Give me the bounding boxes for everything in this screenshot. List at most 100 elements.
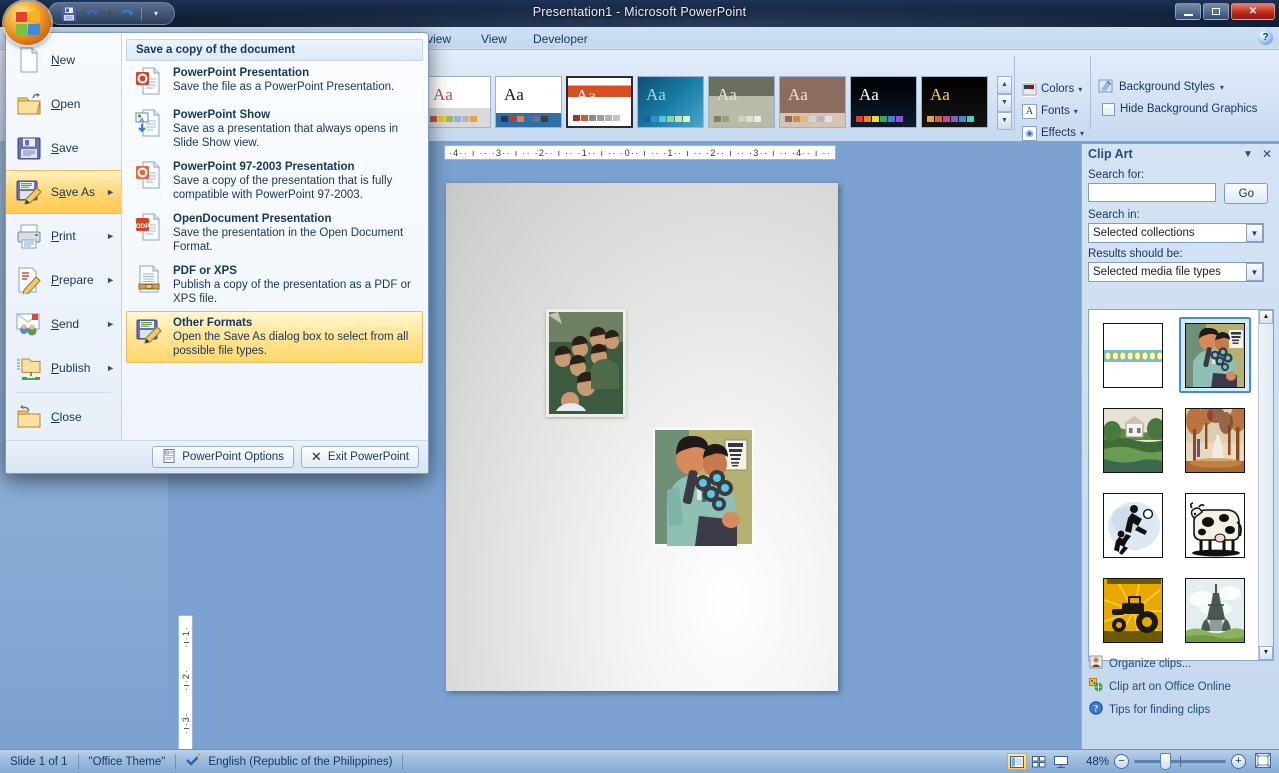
theme-thumbnail-2[interactable]: Aa bbox=[566, 76, 633, 128]
clipart-scroll-up[interactable]: ▲ bbox=[1259, 310, 1273, 324]
clip-art-result-3[interactable] bbox=[1179, 402, 1251, 478]
submenu-arrow-icon: ► bbox=[106, 187, 115, 197]
search-input[interactable] bbox=[1088, 183, 1216, 202]
clip-art-result-6[interactable] bbox=[1097, 572, 1169, 648]
powerpoint-options-button[interactable]: PowerPoint Options bbox=[152, 446, 294, 468]
restore-button[interactable] bbox=[1203, 3, 1229, 20]
theme-colors-icon bbox=[1022, 81, 1037, 97]
theme-color-swatches bbox=[430, 116, 477, 122]
theme-color-swatches bbox=[856, 116, 903, 122]
clip-art-result-5[interactable] bbox=[1179, 487, 1251, 563]
restore-icon bbox=[1212, 8, 1220, 15]
theme-color-swatches bbox=[573, 115, 620, 121]
spellcheck-icon bbox=[186, 753, 202, 770]
help-icon[interactable]: ? bbox=[1258, 30, 1273, 45]
go-button[interactable]: Go bbox=[1224, 183, 1269, 204]
theme-fonts-button[interactable]: A Fonts ▾ bbox=[1022, 100, 1104, 122]
themes-scrollbar[interactable]: ▲ ▼ ▼ bbox=[997, 76, 1012, 130]
office-menu-item-save[interactable]: Save bbox=[6, 126, 121, 170]
svg-text:?: ? bbox=[1094, 703, 1099, 713]
results-type-dropdown[interactable]: Selected media file types ▼ bbox=[1088, 262, 1264, 282]
slide-canvas[interactable] bbox=[446, 183, 838, 691]
close-icon[interactable]: ✕ bbox=[1259, 147, 1275, 161]
view-buttons bbox=[1007, 753, 1071, 770]
save-format-option-1[interactable]: PowerPoint Show Save as a presentation th… bbox=[126, 103, 423, 155]
undo-dropdown-icon[interactable]: ▾ bbox=[105, 4, 114, 23]
organize-clips-link[interactable]: Organize clips... bbox=[1082, 652, 1279, 675]
tab-view[interactable]: View bbox=[472, 30, 516, 48]
office-button[interactable] bbox=[4, 1, 51, 45]
minimize-button[interactable] bbox=[1175, 3, 1201, 20]
cow-clip bbox=[1185, 492, 1245, 558]
clip-art-result-4[interactable] bbox=[1097, 487, 1169, 563]
chevron-down-icon[interactable]: ▼ bbox=[1237, 149, 1259, 160]
office-online-link[interactable]: Clip art on Office Online bbox=[1082, 675, 1279, 698]
undo-icon[interactable] bbox=[82, 4, 102, 23]
chevron-down-icon[interactable]: ▼ bbox=[1246, 263, 1263, 281]
customize-toolbar-icon[interactable]: ▾ bbox=[146, 4, 166, 23]
theme-color-swatches bbox=[643, 116, 690, 122]
office-menu-item-prepare[interactable]: Prepare ► bbox=[6, 258, 121, 302]
save-format-option-0[interactable]: PowerPoint Presentation Save the file as … bbox=[126, 61, 423, 103]
themes-more[interactable]: ▼ bbox=[997, 112, 1012, 130]
save-format-option-5[interactable]: Other Formats Open the Save As dialog box… bbox=[126, 311, 423, 364]
theme-thumbnail-6[interactable]: Aa bbox=[850, 76, 917, 128]
theme-thumbnail-4[interactable]: Aa bbox=[708, 76, 775, 128]
office-menu-commands: New Open Save Save As ► Print ► Prepare ► Send ► Pu… bbox=[6, 33, 122, 440]
close-button[interactable]: ✕ bbox=[1231, 3, 1275, 20]
themes-scroll-up[interactable]: ▲ bbox=[997, 76, 1012, 94]
save-format-description: Publish a copy of the presentation as a … bbox=[173, 279, 411, 306]
office-menu-item-save-as[interactable]: Save As ► bbox=[6, 170, 121, 214]
tab-developer[interactable]: Developer bbox=[524, 30, 597, 48]
fit-to-window-icon[interactable] bbox=[1255, 752, 1271, 771]
theme-colors-button[interactable]: Colors ▾ bbox=[1022, 78, 1104, 100]
office-menu-item-send[interactable]: Send ► bbox=[6, 302, 121, 346]
menu-item-label: Open bbox=[51, 97, 81, 111]
zoom-level[interactable]: 48% bbox=[1079, 756, 1109, 768]
office-menu-item-close[interactable]: Close bbox=[6, 395, 121, 439]
clip-art-result-2[interactable] bbox=[1097, 402, 1169, 478]
slide-image-group-photo[interactable] bbox=[546, 309, 626, 417]
normal-view-button[interactable] bbox=[1007, 753, 1027, 770]
theme-thumbnail-1[interactable]: Aa bbox=[495, 76, 562, 128]
toolbar-divider bbox=[141, 6, 142, 21]
search-in-dropdown[interactable]: Selected collections ▼ bbox=[1088, 223, 1264, 243]
exit-powerpoint-button[interactable]: ✕ Exit PowerPoint bbox=[300, 446, 419, 468]
redo-icon[interactable] bbox=[117, 4, 137, 23]
optometrist-clip bbox=[1185, 322, 1245, 388]
slide-show-button[interactable] bbox=[1051, 753, 1071, 770]
save-format-option-4[interactable]: PDF or XPS Publish a copy of the presenta… bbox=[126, 259, 423, 311]
theme-thumbnail-5[interactable]: Aa bbox=[779, 76, 846, 128]
theme-thumbnail-0[interactable]: Aa bbox=[424, 76, 491, 128]
language-indicator[interactable]: English (Republic of the Philippines) bbox=[176, 754, 402, 770]
office-menu-item-print[interactable]: Print ► bbox=[6, 214, 121, 258]
office-menu-item-publish[interactable]: Publish ► bbox=[6, 346, 121, 390]
slide-sorter-button[interactable] bbox=[1029, 753, 1049, 770]
background-styles-button[interactable]: Background Styles ▾ bbox=[1098, 76, 1274, 98]
zoom-out-button[interactable]: − bbox=[1114, 754, 1129, 769]
theme-thumbnail-3[interactable]: Aa bbox=[637, 76, 704, 128]
save-format-option-3[interactable]: ODP OpenDocument Presentation Save the pre… bbox=[126, 207, 423, 259]
clip-art-scrollbar[interactable]: ▲ ▼ bbox=[1258, 310, 1273, 660]
hide-background-graphics-checkbox[interactable]: Hide Background Graphics bbox=[1098, 98, 1274, 120]
zoom-slider-handle[interactable] bbox=[1160, 753, 1171, 770]
slide-image-optometrist[interactable] bbox=[653, 428, 754, 546]
themes-scroll-down[interactable]: ▼ bbox=[997, 94, 1012, 112]
quick-access-toolbar: ▾ ▾ bbox=[48, 2, 175, 25]
save-icon[interactable] bbox=[59, 4, 79, 23]
slide-sorter-icon bbox=[1032, 755, 1046, 767]
clip-art-result-0[interactable] bbox=[1097, 317, 1169, 393]
save-format-option-2[interactable]: PowerPoint 97-2003 Presentation Save a co… bbox=[126, 155, 423, 207]
zoom-slider-track[interactable] bbox=[1134, 753, 1226, 770]
zoom-in-button[interactable]: + bbox=[1231, 754, 1246, 769]
tips-link[interactable]: ? Tips for finding clips bbox=[1082, 698, 1279, 721]
pdf-xps-file-icon bbox=[135, 265, 165, 306]
chevron-down-icon[interactable]: ▼ bbox=[1246, 224, 1263, 242]
theme-thumbnail-7[interactable]: Aa bbox=[921, 76, 988, 128]
office-online-icon bbox=[1089, 678, 1103, 695]
office-menu-item-open[interactable]: Open bbox=[6, 82, 121, 126]
save-format-list: PowerPoint Presentation Save the file as … bbox=[126, 61, 423, 364]
clip-art-result-1[interactable] bbox=[1179, 317, 1251, 393]
clip-art-result-7[interactable] bbox=[1179, 572, 1251, 648]
theme-name[interactable]: "Office Theme" bbox=[79, 754, 176, 770]
